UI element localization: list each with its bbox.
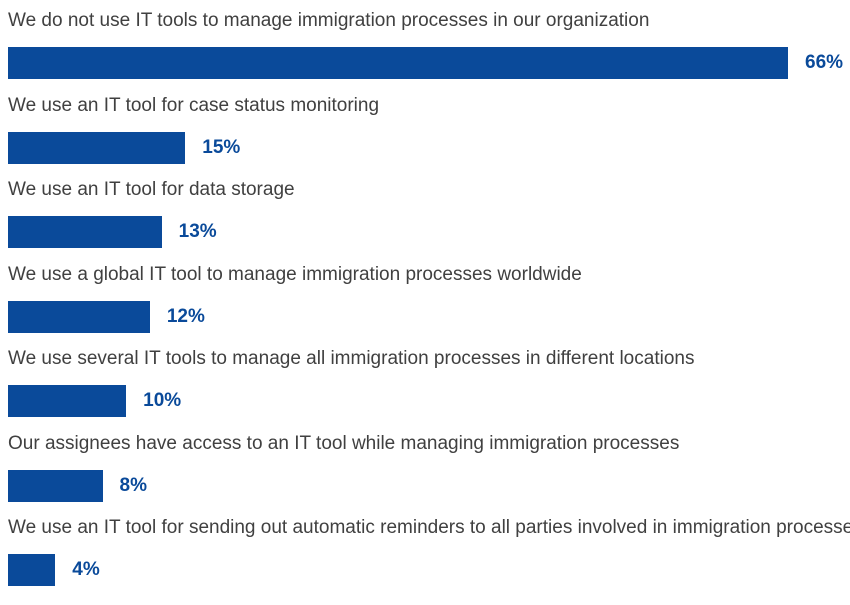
category-label: We use an IT tool for case status monito… — [8, 94, 380, 116]
bar-chart: We do not use IT tools to manage immigra… — [0, 0, 850, 605]
bar-row: We use an IT tool for data storage 13% — [0, 179, 850, 263]
category-label: Our assignees have access to an IT tool … — [8, 432, 680, 454]
value-label: 66% — [805, 52, 844, 73]
category-label: We use a global IT tool to manage immigr… — [8, 263, 582, 285]
bar — [8, 469, 103, 502]
bar — [8, 47, 788, 79]
value-label: 8% — [119, 474, 147, 496]
value-label: 13% — [178, 221, 217, 242]
value-label: 4% — [72, 559, 100, 580]
bar — [8, 216, 162, 248]
category-label: We use an IT tool for data storage — [8, 179, 295, 200]
value-label: 15% — [202, 136, 241, 158]
value-label: 12% — [166, 305, 205, 327]
bar-row: Our assignees have access to an IT tool … — [0, 433, 850, 517]
bar-row: We do not use IT tools to manage immigra… — [0, 10, 850, 94]
bar — [8, 300, 150, 333]
bar — [8, 131, 186, 164]
category-label: We use several IT tools to manage all im… — [8, 348, 695, 369]
bar-row: We use an IT tool for sending out automa… — [0, 517, 850, 601]
bar — [8, 554, 56, 586]
category-label: We do not use IT tools to manage immigra… — [8, 10, 650, 31]
bar-row: We use several IT tools to manage all im… — [0, 348, 850, 432]
bar-row: We use an IT tool for case status monito… — [0, 95, 850, 179]
value-label: 10% — [143, 390, 182, 411]
bar — [8, 385, 127, 417]
bar-row: We use a global IT tool to manage immigr… — [0, 264, 850, 348]
category-label: We use an IT tool for sending out automa… — [8, 517, 850, 538]
